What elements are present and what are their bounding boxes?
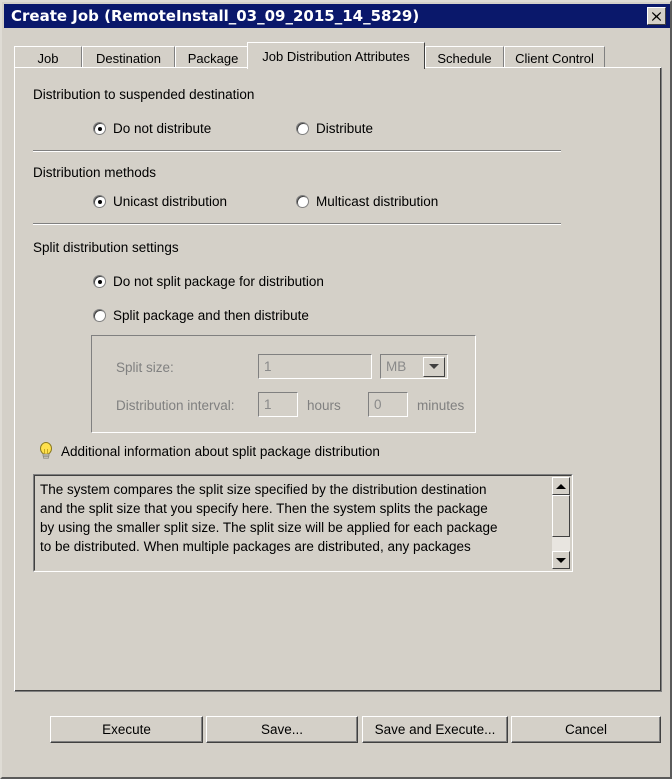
additional-info-text: Additional information about split packa…	[61, 443, 380, 459]
section-divider-2	[33, 223, 561, 225]
radio-label: Do not distribute	[113, 121, 212, 136]
scrollbar-thumb[interactable]	[552, 495, 570, 537]
radio-indicator	[93, 195, 106, 208]
tab-panel: Distribution to suspended destination Do…	[14, 67, 662, 692]
tab-label: Schedule	[437, 50, 492, 66]
tab-package[interactable]: Package	[175, 46, 251, 69]
tab-strip: Job Destination Package Job Distribution…	[14, 42, 662, 69]
section-divider-1	[33, 150, 561, 152]
tab-destination[interactable]: Destination	[82, 46, 175, 69]
info-textarea[interactable]: The system compares the split size speci…	[33, 474, 573, 572]
interval-hours-unit-label: hours	[307, 398, 341, 413]
window-title: Create Job (RemoteInstall_03_09_2015_14_…	[11, 7, 420, 25]
tab-label: Package	[187, 50, 239, 66]
radio-indicator	[93, 275, 106, 288]
tab-job[interactable]: Job	[14, 46, 82, 69]
triangle-down-glyph	[556, 557, 566, 563]
dialog-window: Create Job (RemoteInstall_03_09_2015_14_…	[0, 0, 672, 779]
tab-label: Job Distribution Attributes	[262, 48, 410, 64]
split-size-input[interactable]: 1	[258, 354, 372, 379]
radio-label: Distribute	[316, 121, 374, 136]
split-size-label: Split size:	[116, 360, 174, 375]
save-button[interactable]: Save...	[206, 716, 358, 743]
button-label: Cancel	[564, 722, 608, 737]
radio-label: Multicast distribution	[316, 194, 439, 209]
button-label: Execute	[102, 722, 151, 737]
chevron-down-icon[interactable]	[423, 356, 445, 377]
interval-hours-input[interactable]: 1	[258, 392, 298, 417]
radio-indicator	[296, 195, 309, 208]
execute-button[interactable]: Execute	[50, 716, 203, 743]
split-settings-groupbox: Split size: 1 MB Distribution interval: …	[91, 335, 476, 433]
scrollbar-track[interactable]	[552, 495, 570, 551]
info-textarea-text: The system compares the split size speci…	[40, 480, 540, 556]
interval-minutes-input[interactable]: 0	[368, 392, 408, 417]
title-bar: Create Job (RemoteInstall_03_09_2015_14_…	[4, 4, 670, 28]
radio-indicator	[93, 309, 106, 322]
distribution-interval-label: Distribution interval:	[116, 398, 235, 413]
close-x-glyph	[652, 11, 661, 21]
lightbulb-icon	[40, 442, 52, 459]
cancel-button[interactable]: Cancel	[511, 716, 661, 743]
tab-label: Destination	[95, 50, 162, 66]
additional-info-row: Additional information about split packa…	[37, 441, 380, 461]
scroll-up-icon[interactable]	[552, 477, 570, 495]
radio-label: Split package and then distribute	[113, 308, 309, 323]
radio-indicator	[296, 122, 309, 135]
radio-label: Do not split package for distribution	[113, 274, 324, 289]
scroll-down-icon[interactable]	[552, 551, 570, 569]
button-label: Save and Execute...	[374, 722, 496, 737]
close-icon[interactable]	[647, 7, 666, 25]
tab-schedule[interactable]: Schedule	[425, 46, 504, 69]
radio-do-not-distribute[interactable]: Do not distribute	[93, 121, 211, 136]
radio-label: Unicast distribution	[113, 194, 228, 209]
tab-job-distribution-attributes[interactable]: Job Distribution Attributes	[247, 42, 425, 69]
radio-distribute[interactable]: Distribute	[296, 121, 373, 136]
info-line: and the split size that you specify here…	[40, 501, 488, 516]
tab-client-control[interactable]: Client Control	[504, 46, 605, 69]
radio-do-not-split-package[interactable]: Do not split package for distribution	[93, 274, 324, 289]
tab-label: Job	[37, 50, 59, 66]
application-root: Create Job (RemoteInstall_03_09_2015_14_…	[0, 0, 672, 779]
info-textarea-scrollbar[interactable]	[552, 477, 570, 569]
info-line: to be distributed. When multiple package…	[40, 539, 471, 554]
info-line: The system compares the split size speci…	[40, 482, 487, 497]
split-size-unit-combo[interactable]: MB	[380, 354, 448, 379]
suspended-section-title: Distribution to suspended destination	[33, 87, 255, 102]
chevron-down-glyph	[429, 364, 439, 369]
split-size-unit-value: MB	[386, 359, 407, 374]
button-label: Save...	[260, 722, 304, 737]
split-section-title: Split distribution settings	[33, 240, 179, 255]
tab-label: Client Control	[515, 50, 594, 66]
triangle-up-glyph	[556, 483, 566, 489]
radio-indicator	[93, 122, 106, 135]
save-and-execute-button[interactable]: Save and Execute...	[362, 716, 508, 743]
radio-split-package-and-distribute[interactable]: Split package and then distribute	[93, 308, 309, 323]
info-line: by using the smaller split size. The spl…	[40, 520, 498, 535]
methods-section-title: Distribution methods	[33, 165, 157, 180]
radio-multicast-distribution[interactable]: Multicast distribution	[296, 194, 438, 209]
interval-minutes-unit-label: minutes	[417, 398, 465, 413]
radio-unicast-distribution[interactable]: Unicast distribution	[93, 194, 227, 209]
